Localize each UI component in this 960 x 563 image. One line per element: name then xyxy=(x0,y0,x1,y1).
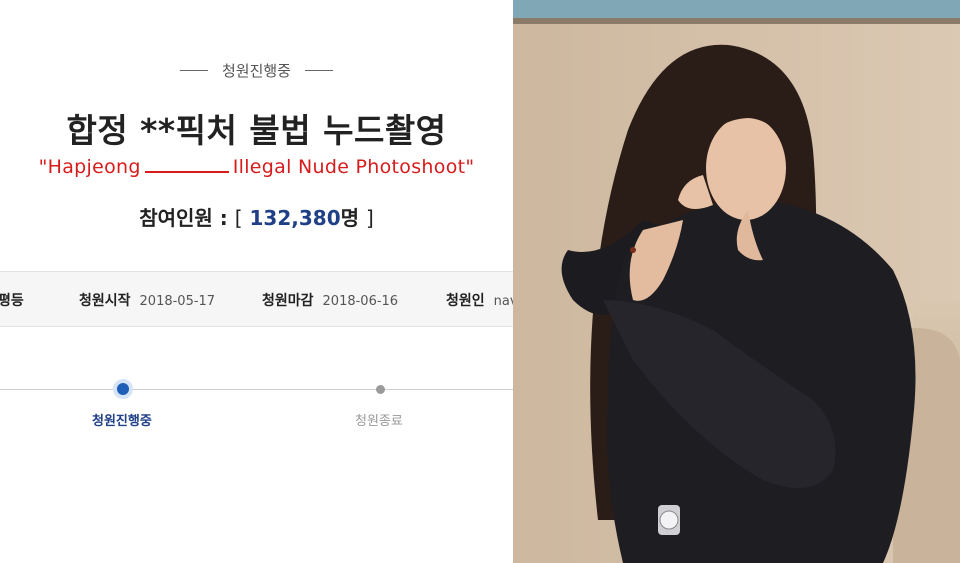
timeline-step-inactive: 청원종료 xyxy=(355,414,403,429)
participants-label: 참여인원 : xyxy=(139,206,228,230)
status-header: 청원진행중 xyxy=(0,60,513,81)
start-label: 청원시작 xyxy=(79,293,131,309)
translation-end: Illegal Nude Photoshoot" xyxy=(232,156,475,178)
category-info: 평등 xyxy=(0,290,33,310)
end-date: 2018-06-16 xyxy=(322,294,399,309)
participants-open-bracket: [ xyxy=(234,206,243,230)
participants-close-bracket: ] xyxy=(365,206,374,230)
censored-blank xyxy=(144,170,229,173)
timeline-track xyxy=(0,389,513,390)
participants-count: 참여인원 : [ 132,380명 ] xyxy=(0,202,513,231)
timeline-step-active: 청원진행중 xyxy=(92,414,152,429)
end-label: 청원마감 xyxy=(262,293,314,309)
portrait-photo xyxy=(513,0,960,563)
petitioner-value: nav xyxy=(493,294,513,309)
petition-title: 합정 **픽처 불법 누드촬영 xyxy=(66,111,447,150)
status-label: 청원진행중 xyxy=(221,62,291,80)
status-divider-left xyxy=(179,70,208,71)
translation-start: "Hapjeong xyxy=(38,156,141,178)
participants-number: 132,380 xyxy=(249,206,341,230)
petition-info-bar: 평등 청원시작 2018-05-17 청원마감 2018-06-16 청원인 nav xyxy=(0,271,513,327)
timeline-dot-inactive xyxy=(376,385,385,394)
petitioner-info: 청원인 nav xyxy=(446,290,513,310)
petitioner-label: 청원인 xyxy=(446,293,485,309)
translation-caption: "Hapjeong Illegal Nude Photoshoot" xyxy=(0,156,513,178)
start-date: 2018-05-17 xyxy=(139,294,216,309)
timeline-dot-active xyxy=(117,383,129,395)
category-value: 평등 xyxy=(0,293,24,309)
end-info: 청원마감 2018-06-16 xyxy=(262,290,398,310)
participants-unit: 명 xyxy=(340,206,360,230)
start-info: 청원시작 2018-05-17 xyxy=(79,290,215,310)
petition-panel: 청원진행중 합정 **픽처 불법 누드촬영 "Hapjeong Illegal N… xyxy=(0,0,513,563)
status-divider-right xyxy=(305,70,333,71)
photo-person-icon xyxy=(513,0,960,563)
